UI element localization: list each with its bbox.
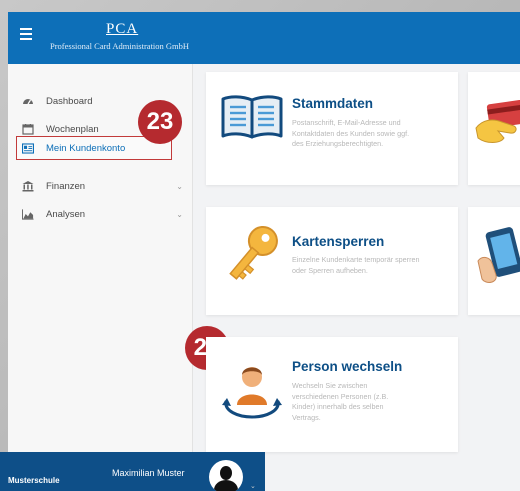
sidebar-item-label: Dashboard <box>46 95 93 107</box>
calendar-icon <box>22 123 34 135</box>
chevron-down-icon[interactable]: ⌄ <box>250 482 256 490</box>
chevron-down-icon[interactable]: ⌄ <box>176 210 183 219</box>
card-title: Stammdaten <box>292 96 374 111</box>
card-payment-icon <box>474 98 520 151</box>
logo-mark: PCA <box>106 21 139 37</box>
switch-person-icon <box>220 361 284 428</box>
top-header: PCA Professional Card Administration Gmb… <box>8 12 520 64</box>
logo-subtitle: Professional Card Administration GmbH <box>50 41 190 51</box>
app-window: PCA Professional Card Administration Gmb… <box>8 12 520 491</box>
avatar[interactable] <box>209 460 243 491</box>
key-icon <box>220 221 284 292</box>
bank-icon <box>22 180 34 192</box>
school-name: Musterschule <box>8 476 60 485</box>
phone-hand-icon <box>476 227 520 292</box>
card-title: Kartensperren <box>292 234 385 249</box>
card-stammdaten[interactable]: Stammdaten Postanschrift, E-Mail-Adresse… <box>206 72 458 185</box>
card-partial-1[interactable] <box>468 72 520 185</box>
step-badge-23: 23 <box>138 100 182 144</box>
id-card-icon <box>22 142 34 154</box>
hamburger-menu-icon[interactable] <box>20 28 32 42</box>
user-name: Maximilian Muster <box>112 468 185 478</box>
card-person-wechseln[interactable]: Person wechseln Wechseln Sie zwischen ve… <box>206 337 458 452</box>
card-description: Einzelne Kundenkarte temporär sperren od… <box>292 255 420 275</box>
area-chart-icon <box>22 208 34 220</box>
card-title: Person wechseln <box>292 359 403 374</box>
empty-slot <box>468 337 520 452</box>
card-description: Wechseln Sie zwischen verschiedenen Pers… <box>292 381 389 422</box>
sidebar-item-label: Finanzen <box>46 180 86 192</box>
user-bar[interactable]: Musterschule Maximilian Muster ⌄ <box>0 452 265 491</box>
card-partial-2[interactable] <box>468 207 520 315</box>
card-description: Postanschrift, E-Mail-Adresse und Kontak… <box>292 118 410 148</box>
dashboard-icon <box>22 95 34 107</box>
chevron-down-icon[interactable]: ⌄ <box>176 182 183 191</box>
sidebar-item-label: Analysen <box>46 208 86 220</box>
card-kartensperren[interactable]: Kartensperren Einzelne Kundenkarte tempo… <box>206 207 458 315</box>
sidebar-item-label: Wochenplan <box>46 123 99 135</box>
sidebar-item-label: Mein Kundenkonto <box>46 142 126 154</box>
book-icon <box>220 94 284 145</box>
sidebar-item-analysen[interactable]: Analysen ⌄ <box>8 203 193 225</box>
sidebar-item-finanzen[interactable]: Finanzen ⌄ <box>8 175 193 197</box>
